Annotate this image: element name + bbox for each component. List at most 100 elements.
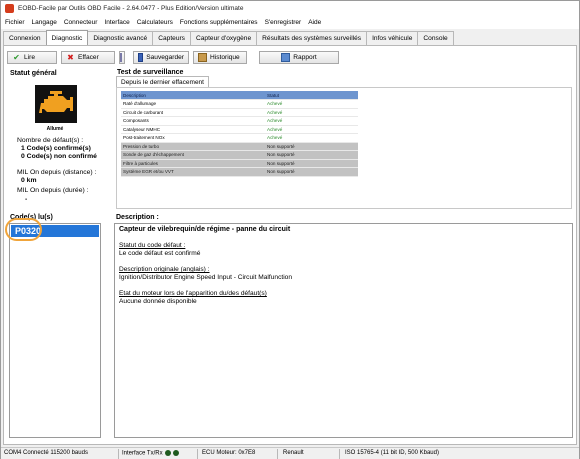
tab-connexion[interactable]: Connexion xyxy=(3,31,47,45)
menu-enregistrer[interactable]: S'enregistrer xyxy=(265,19,302,26)
table-row[interactable]: Pression de turbo Non supporté xyxy=(121,142,358,151)
tab-capteur-oxygene[interactable]: Capteur d'oxygène xyxy=(189,31,258,45)
code-status-value: Le code défaut est confirmé xyxy=(119,250,201,257)
table-row[interactable]: Composants Achevé xyxy=(121,116,358,126)
status-separator xyxy=(277,449,278,459)
tab-resultats-systemes[interactable]: Résultats des systèmes surveillés xyxy=(256,31,368,45)
description-box: Capteur de vilebrequin/de régime - panne… xyxy=(114,223,573,438)
row-status: Non supporté xyxy=(265,167,358,177)
table-row[interactable]: Raté d'allumage Achevé xyxy=(121,99,358,109)
monitor-title: Test de surveillance xyxy=(117,69,184,76)
row-status: Achevé xyxy=(265,125,358,134)
menu-interface[interactable]: Interface xyxy=(104,19,129,26)
row-status: Non supporté xyxy=(265,159,358,168)
code-status-label: Statut du code défaut : xyxy=(119,242,186,249)
table-row[interactable]: Circuit de carburant Achevé xyxy=(121,108,358,117)
tab-console[interactable]: Console xyxy=(417,31,454,45)
status-bar: COM4 Connecté 115200 bauds Interface Tx/… xyxy=(1,447,579,459)
save-icon xyxy=(138,53,144,62)
toolbar: ✔ Lire ✖ Effacer Sauvegarder Historique … xyxy=(7,51,343,65)
mil-duration-label: MIL On depuis (durée) : xyxy=(17,187,89,194)
engine-state-label: Etat du moteur lors de l'apparition du/d… xyxy=(119,290,267,297)
confirmed-count: 1 Code(s) confirmé(s) xyxy=(21,145,91,152)
monitor-table: Description Statut Raté d'allumage Achev… xyxy=(121,91,358,177)
row-status: Achevé xyxy=(265,133,358,143)
tab-diagnostic[interactable]: Diagnostic xyxy=(45,30,89,45)
report-icon xyxy=(281,53,291,62)
table-row[interactable]: Filtre à particules Non supporté xyxy=(121,159,358,168)
mil-distance-value: 0 km xyxy=(21,177,37,184)
menu-calculateurs[interactable]: Calculateurs xyxy=(137,19,173,26)
brand-status: Renault xyxy=(283,450,304,456)
interface-status: Interface Tx/Rx xyxy=(122,450,179,457)
unconfirmed-count: 0 Code(s) non confirmé xyxy=(21,153,97,160)
ecu-status: ECU Moteur: 0x7E8 xyxy=(202,450,256,456)
document-icon xyxy=(120,53,122,62)
erase-button-label: Effacer xyxy=(78,54,99,61)
read-button[interactable]: ✔ Lire xyxy=(7,51,57,64)
menu-aide[interactable]: Aide xyxy=(308,19,321,26)
table-row[interactable]: Système EGR et/ou VVT Non supporté xyxy=(121,167,358,177)
engine-warning-icon xyxy=(35,85,77,123)
status-separator xyxy=(197,449,198,459)
save-button[interactable]: Sauvegarder xyxy=(133,51,189,64)
tab-infos-vehicule[interactable]: Infos véhicule xyxy=(366,31,419,45)
description-title: Description : xyxy=(116,214,159,221)
status-separator xyxy=(118,449,119,459)
main-tabs: Connexion Diagnostic Diagnostic avancé C… xyxy=(3,30,454,45)
tx-led-icon xyxy=(164,450,171,456)
save-button-label: Sauvegarder xyxy=(146,54,184,61)
report-button-label: Rapport xyxy=(293,54,317,61)
col-status[interactable]: Statut xyxy=(265,91,358,100)
table-header: Description Statut xyxy=(121,91,358,100)
cross-icon: ✖ xyxy=(67,53,74,62)
row-description: Catalyseur NMHC xyxy=(121,125,265,134)
table-row[interactable]: Catalyseur NMHC Achevé xyxy=(121,125,358,134)
erase-button[interactable]: ✖ Effacer xyxy=(61,51,115,64)
read-button-label: Lire xyxy=(24,54,35,61)
check-icon: ✔ xyxy=(13,53,20,62)
table-row[interactable]: Post-traitement NOx Achevé xyxy=(121,133,358,143)
mil-caption: Allumé xyxy=(46,126,64,132)
monitor-grid: Description Statut Raté d'allumage Achev… xyxy=(116,87,572,209)
row-description: Sonde de gaz d'échappement xyxy=(121,150,265,160)
menu-bar: Fichier Langage Connecteur Interface Cal… xyxy=(1,16,579,29)
tab-capteurs[interactable]: Capteurs xyxy=(152,31,191,45)
menu-langage[interactable]: Langage xyxy=(32,19,57,26)
app-window: EOBD-Facile par Outils OBD Facile - 2.64… xyxy=(0,0,580,459)
codes-list[interactable]: P0320 xyxy=(9,223,101,438)
row-description: Pression de turbo xyxy=(121,142,265,151)
engine-state-value: Aucune donnée disponible xyxy=(119,298,197,305)
protocol-status: ISO 15765-4 (11 bit ID, 500 Kbaud) xyxy=(345,450,439,456)
row-status: Non supporté xyxy=(265,142,358,151)
history-button-label: Historique xyxy=(210,54,240,61)
row-description: Circuit de carburant xyxy=(121,108,265,117)
row-status: Achevé xyxy=(265,99,358,109)
mil-duration-value: - xyxy=(25,196,28,203)
window-title: EOBD-Facile par Outils OBD Facile - 2.64… xyxy=(18,5,244,12)
tab-diagnostic-avance[interactable]: Diagnostic avancé xyxy=(87,31,154,45)
menu-fichier[interactable]: Fichier xyxy=(5,19,25,26)
row-description: Post-traitement NOx xyxy=(121,133,265,143)
port-status: COM4 Connecté 115200 bauds xyxy=(4,450,88,456)
tab-since-last-clear[interactable]: Depuis le dernier effacement xyxy=(116,76,209,87)
menu-connecteur[interactable]: Connecteur xyxy=(64,19,98,26)
status-separator xyxy=(339,449,340,459)
description-heading: Capteur de vilebrequin/de régime - panne… xyxy=(119,226,291,233)
original-desc-value: Ignition/Distributor Engine Speed Input … xyxy=(119,274,292,281)
history-button[interactable]: Historique xyxy=(193,51,247,64)
table-row[interactable]: Sonde de gaz d'échappement Non supporté xyxy=(121,150,358,160)
row-description: Composants xyxy=(121,116,265,126)
interface-label: Interface Tx/Rx xyxy=(122,450,163,457)
menu-fonctions[interactable]: Fonctions supplémentaires xyxy=(180,19,258,26)
report-button[interactable]: Rapport xyxy=(259,51,339,64)
col-description[interactable]: Description xyxy=(121,91,265,100)
rx-led-icon xyxy=(172,450,179,456)
title-bar: EOBD-Facile par Outils OBD Facile - 2.64… xyxy=(1,1,579,16)
original-desc-label: Description originale (anglais) : xyxy=(119,266,210,273)
row-status: Achevé xyxy=(265,108,358,117)
highlight-ring xyxy=(5,218,42,241)
fault-count-label: Nombre de défaut(s) : xyxy=(17,137,84,144)
print-button[interactable] xyxy=(119,51,125,64)
row-description: Système EGR et/ou VVT xyxy=(121,167,265,177)
